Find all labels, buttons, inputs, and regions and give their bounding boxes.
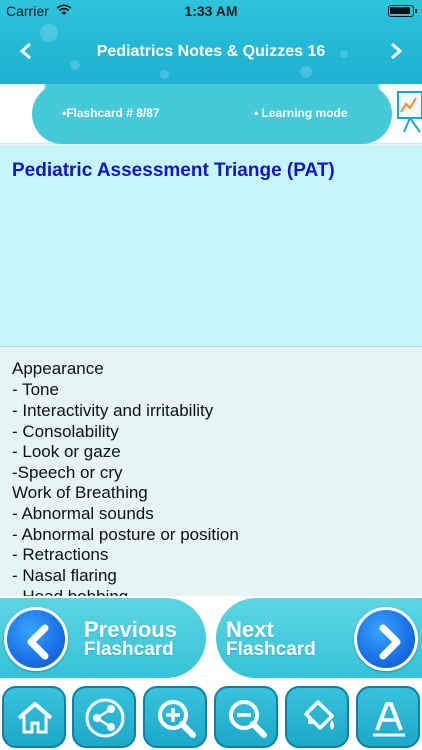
zoom-out-button[interactable]: [214, 686, 278, 748]
previous-circle: [4, 607, 68, 671]
answer-line: - Abnormal posture or position: [12, 525, 239, 544]
bubble-decoration: [160, 70, 169, 79]
font-button[interactable]: [356, 686, 420, 748]
status-time: 1:33 AM: [184, 3, 238, 19]
question-title: Pediatric Assessment Triange (PAT): [12, 160, 335, 181]
previous-label: Previous Flashcard: [84, 617, 177, 660]
bottom-toolbar: [0, 680, 422, 750]
nav-back-button[interactable]: [8, 36, 44, 68]
answer-line: - Interactivity and irritability: [12, 401, 214, 420]
answer-line: - Retractions: [12, 545, 109, 564]
nav-forward-button[interactable]: [378, 36, 414, 68]
next-label-line2: Flashcard: [226, 639, 316, 660]
zoom-in-icon: [158, 700, 196, 738]
zoom-in-button[interactable]: [143, 686, 207, 748]
bubble-decoration: [300, 66, 312, 78]
home-icon: [17, 702, 53, 734]
pager-row: Previous Flashcard Next Flashcard: [0, 596, 422, 680]
answer-line: - Nasal flaring: [12, 566, 117, 585]
answer-line: - Tone: [12, 380, 59, 399]
app-logo-icon: [397, 91, 422, 133]
flashcard-counter: •Flashcard # 8/87: [62, 106, 160, 120]
bubble-decoration: [70, 60, 80, 70]
battery-icon: [388, 5, 417, 17]
background-color-button[interactable]: [285, 686, 349, 748]
home-button[interactable]: [2, 686, 66, 748]
page-title: Pediatrics Notes & Quizzes 16: [96, 43, 326, 60]
paint-bucket-icon: [304, 700, 334, 730]
info-strip: •Flashcard # 8/87 • Learning mode: [0, 84, 422, 144]
arrow-right-icon: [379, 624, 401, 660]
font-icon: [373, 702, 405, 737]
navigation-bar: Carrier 1:33 AM Pediatrics Notes & Quizz…: [0, 0, 422, 84]
answer-line: - Abnormal sounds: [12, 504, 154, 523]
chevron-left-icon: [19, 42, 31, 60]
answer-line: Work of Breathing: [12, 483, 148, 502]
status-bar: Carrier 1:33 AM: [0, 0, 422, 22]
answer-line: - Consolability: [12, 422, 119, 441]
next-circle: [354, 607, 418, 671]
previous-label-line1: Previous: [84, 617, 177, 642]
chevron-right-icon: [391, 42, 403, 60]
answer-line: Appearance: [12, 359, 104, 378]
previous-flashcard-button[interactable]: Previous Flashcard: [0, 598, 206, 678]
question-panel: Pediatric Assessment Triange (PAT): [0, 145, 422, 347]
next-label: Next Flashcard: [226, 617, 316, 660]
mode-label: • Learning mode: [254, 106, 348, 120]
next-label-line1: Next: [226, 617, 274, 642]
answer-panel[interactable]: Appearance - Tone - Interactivity and ir…: [0, 348, 422, 596]
answer-line: - Head bobbing: [12, 587, 128, 596]
share-icon: [85, 698, 125, 738]
share-button[interactable]: [72, 686, 136, 748]
arrow-left-icon: [27, 624, 49, 660]
answer-line: -Speech or cry: [12, 463, 123, 482]
zoom-out-icon: [229, 700, 267, 738]
previous-label-line2: Flashcard: [84, 639, 174, 660]
next-flashcard-button[interactable]: Next Flashcard: [216, 598, 422, 678]
answer-line: - Look or gaze: [12, 442, 121, 461]
